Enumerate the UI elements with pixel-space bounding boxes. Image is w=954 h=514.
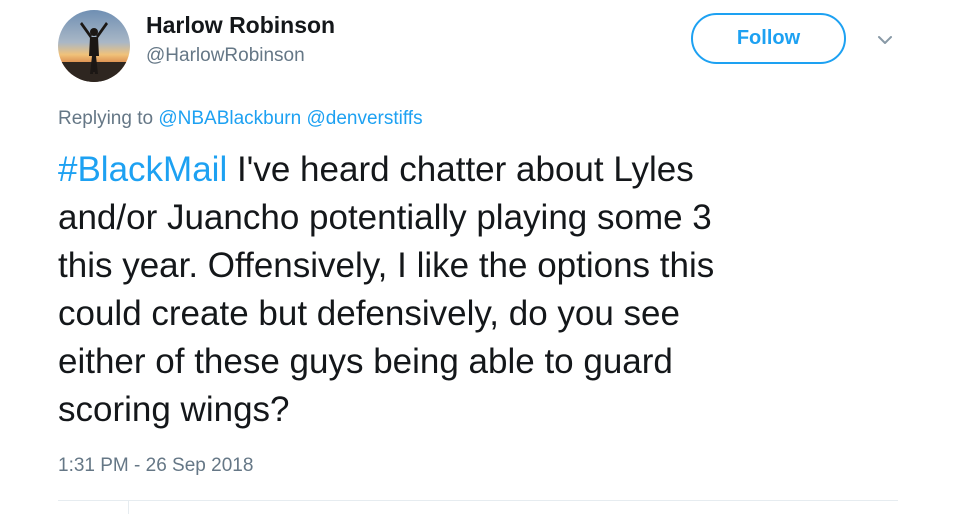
tweet-body: I've heard chatter about Lyles and/or Ju… (58, 150, 715, 429)
chevron-down-icon[interactable] (873, 28, 897, 52)
replying-to-label: Replying to (58, 108, 154, 129)
follow-button[interactable]: Follow (691, 13, 846, 64)
replying-to: Replying to @NBABlackburn @denverstiffs (58, 106, 423, 132)
tweet-timestamp[interactable]: 1:31 PM - 26 Sep 2018 (58, 453, 253, 479)
divider (58, 500, 898, 501)
author-display-name[interactable]: Harlow Robinson (146, 10, 335, 40)
mention-link[interactable]: @denverstiffs (306, 108, 422, 129)
mention-link[interactable]: @NBABlackburn (158, 108, 301, 129)
avatar-image (58, 10, 130, 82)
author-handle[interactable]: @HarlowRobinson (146, 43, 305, 69)
author-avatar[interactable] (58, 10, 130, 82)
hashtag-link[interactable]: #BlackMail (58, 150, 227, 189)
tweet-text: #BlackMail I've heard chatter about Lyle… (58, 146, 888, 434)
divider (128, 501, 129, 514)
follow-button-label: Follow (736, 27, 801, 49)
